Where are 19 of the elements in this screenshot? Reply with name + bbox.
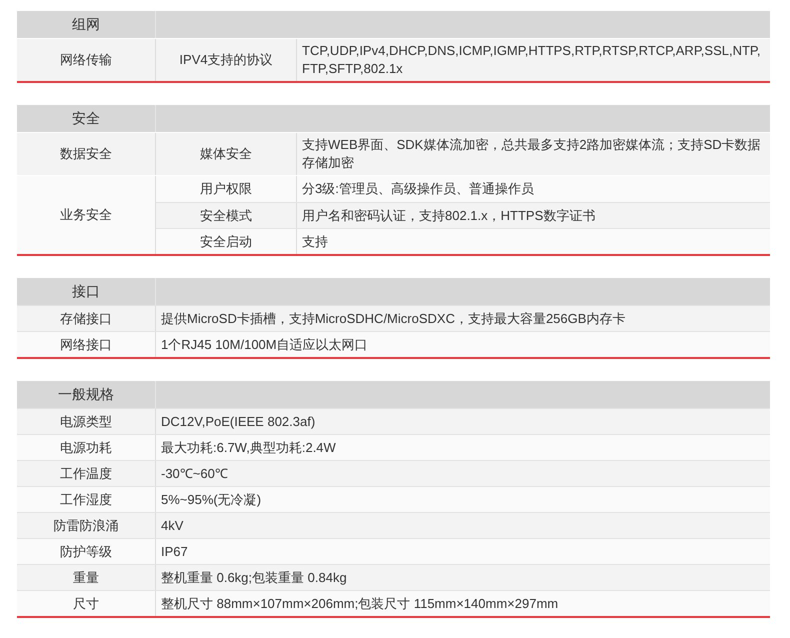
table-cell-text: DC12V,PoE(IEEE 802.3af) (160, 412, 316, 431)
table-cell-text: 用户名和密码认证，支持802.1.x，HTTPS数字证书 (301, 206, 596, 224)
table-cell-text: 1个RJ45 10M/100M自适应以太网口 (160, 336, 369, 354)
table-cell-text: 分3级:管理员、高级操作员、普通操作员 (301, 180, 535, 198)
table-cell-text: 整机重量 0.6kg;包装重量 0.84kg (160, 568, 348, 587)
table-cell: 网络接口 (17, 332, 156, 357)
table-cell-text: 支持 (301, 232, 329, 250)
table-cell-text: 提供MicroSD卡插槽，支持MicroSDHC/MicroSDXC，支持最大容量256GB内存卡 (160, 310, 626, 328)
table-cell-text: 最大功耗:6.7W,典型功耗:2.4W (160, 438, 337, 456)
table-cell: 尺寸 (17, 591, 156, 616)
table-cell-text: IP67 (160, 542, 189, 560)
table-cell-text: 5%~95%(无冷凝) (160, 490, 262, 509)
table-cell: 安全启动 (156, 229, 297, 254)
table-cell-text: 支持WEB界面、SDK媒体流加密，总共最多支持2路加密媒体流；支持SD卡数据存储加密 (301, 136, 762, 172)
table-cell-text: TCP,UDP,IPv4,DHCP,DNS,ICMP,IGMP,HTTPS,RTP,RTSP,RTCP,ARP,SSL,NTP,FTP,SFTP,802.1x (301, 42, 762, 78)
table-cell-text: 4kV (160, 516, 184, 534)
table-cell: IPV4支持的协议 (156, 39, 297, 81)
table-cell-text: -30℃~60℃ (160, 464, 229, 482)
table-cell-text: 整机尺寸 88mm×107mm×206mm;包装尺寸 115mm×140mm×297mm (160, 594, 560, 612)
